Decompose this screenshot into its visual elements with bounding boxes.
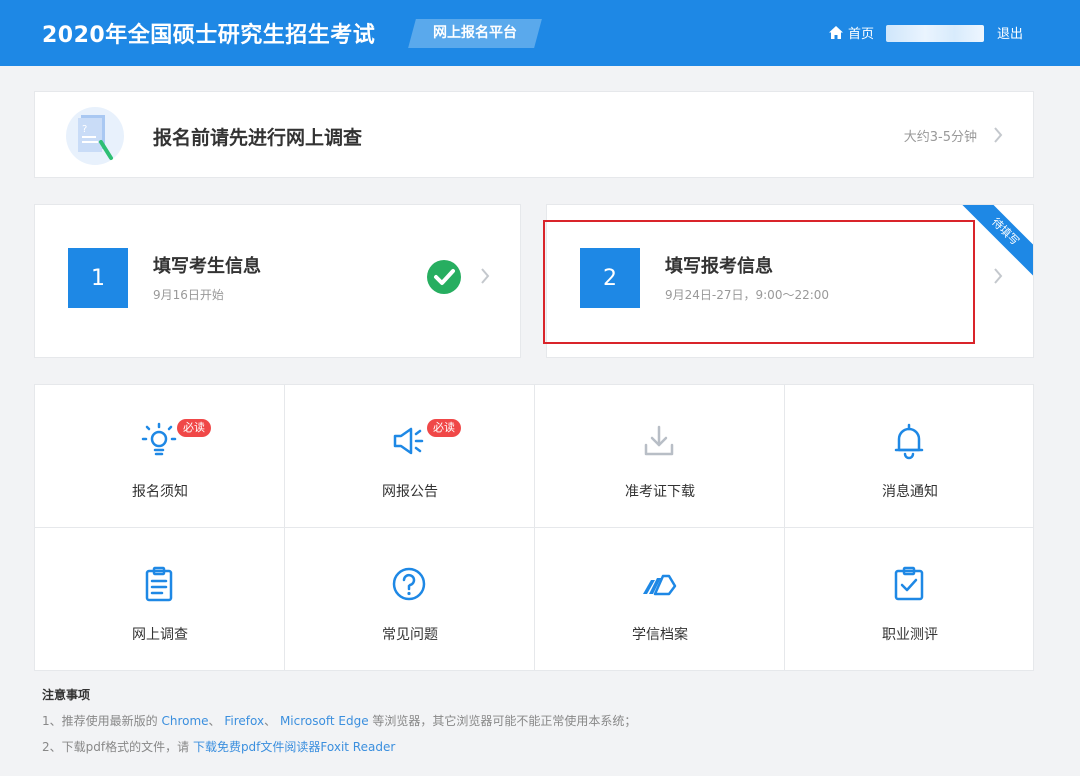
folder-icon [639, 564, 679, 604]
step-card-2[interactable]: 2 填写报考信息 9月24日-27日，9:00～22:00 待填写 [546, 204, 1034, 358]
grid-item-registration-notice[interactable]: 必读 报名须知 [35, 385, 285, 528]
chevron-right-icon [481, 268, 490, 284]
note-text: 等浏览器，其它浏览器可能不能正常使用本系统； [372, 714, 637, 728]
firefox-link[interactable]: Firefox [224, 714, 264, 728]
download-icon [639, 421, 679, 461]
logout-link[interactable]: 退出 [997, 23, 1023, 42]
note-text: 2、下载pdf格式的文件，请 [42, 740, 190, 754]
grid-item-student-record[interactable]: 学信档案 [535, 528, 785, 671]
chevron-right-icon [994, 127, 1003, 143]
foxit-reader-link[interactable]: 下载免费pdf文件阅读器Foxit Reader [193, 740, 395, 754]
grid-item-label: 网上调查 [132, 627, 188, 643]
note-line-2: 2、下载pdf格式的文件，请 下载免费pdf文件阅读器Foxit Reader [42, 738, 636, 755]
survey-label: 报名前请先进行网上调查 [153, 127, 363, 149]
home-icon [829, 25, 843, 39]
platform-tag: 网上报名平台 [408, 19, 542, 48]
grid-item-label: 职业测评 [882, 627, 938, 643]
platform-tag-label: 网上报名平台 [433, 25, 517, 41]
note-separator: 、 [264, 714, 277, 728]
grid-item-label: 消息通知 [882, 484, 938, 500]
question-icon [389, 564, 429, 604]
grid-item-career-assessment[interactable]: 职业测评 [785, 528, 1035, 671]
step-title: 填写考生信息 [153, 256, 261, 277]
grid-item-label: 学信档案 [632, 627, 688, 643]
top-header: 2020年全国硕士研究生招生考试 网上报名平台 首页 退出 [0, 0, 1080, 66]
step-number: 1 [68, 248, 128, 308]
step-title: 填写报考信息 [665, 256, 773, 277]
grid-divider [35, 527, 1033, 528]
megaphone-icon [389, 421, 429, 461]
grid-item-faq[interactable]: 常见问题 [285, 528, 535, 671]
grid-item-admission-ticket[interactable]: 准考证下载 [535, 385, 785, 528]
note-text: 1、推荐使用最新版的 [42, 714, 158, 728]
bell-icon [889, 421, 929, 461]
grid-item-online-survey[interactable]: 网上调查 [35, 528, 285, 671]
grid-item-messages[interactable]: 消息通知 [785, 385, 1035, 528]
grid-item-announcement[interactable]: 必读 网报公告 [285, 385, 535, 528]
page-title: 2020年全国硕士研究生招生考试 [42, 23, 376, 48]
home-label: 首页 [848, 26, 875, 42]
note-separator: 、 [208, 714, 221, 728]
grid-item-label: 常见问题 [382, 627, 438, 643]
notes-title: 注意事项 [42, 688, 91, 702]
notes-section: 注意事项 1、推荐使用最新版的 Chrome、 Firefox、 Microso… [42, 686, 636, 764]
step-subtitle: 9月16日开始 [153, 288, 224, 302]
step-card-1[interactable]: 1 填写考生信息 9月16日开始 [34, 204, 521, 358]
check-circle-icon [427, 260, 461, 294]
survey-time: 大约3-5分钟 [903, 130, 977, 145]
grid-item-label: 网报公告 [382, 484, 438, 500]
step-number: 2 [580, 248, 640, 308]
clipboard-icon [139, 564, 179, 604]
function-grid: 必读 报名须知 必读 网报公告 准考证下载 消息通知 网上调查 常见问题 学信档… [34, 384, 1034, 671]
chrome-link[interactable]: Chrome [161, 714, 208, 728]
note-line-1: 1、推荐使用最新版的 Chrome、 Firefox、 Microsoft Ed… [42, 712, 636, 729]
grid-item-label: 准考证下载 [625, 484, 695, 500]
grid-item-label: 报名须知 [132, 484, 188, 500]
home-link[interactable]: 首页 [829, 23, 875, 42]
chevron-right-icon [994, 268, 1003, 284]
must-read-badge: 必读 [427, 419, 461, 437]
survey-banner[interactable]: ? 报名前请先进行网上调查 大约3-5分钟 [34, 91, 1034, 178]
lightbulb-icon [139, 421, 179, 461]
survey-illustration-icon: ? [66, 107, 124, 165]
must-read-badge: 必读 [177, 419, 211, 437]
user-name-blurred [886, 25, 984, 42]
edge-link[interactable]: Microsoft Edge [280, 714, 369, 728]
step-subtitle: 9月24日-27日，9:00～22:00 [665, 288, 830, 302]
clipboard-check-icon [889, 564, 929, 604]
svg-text:?: ? [82, 124, 87, 135]
